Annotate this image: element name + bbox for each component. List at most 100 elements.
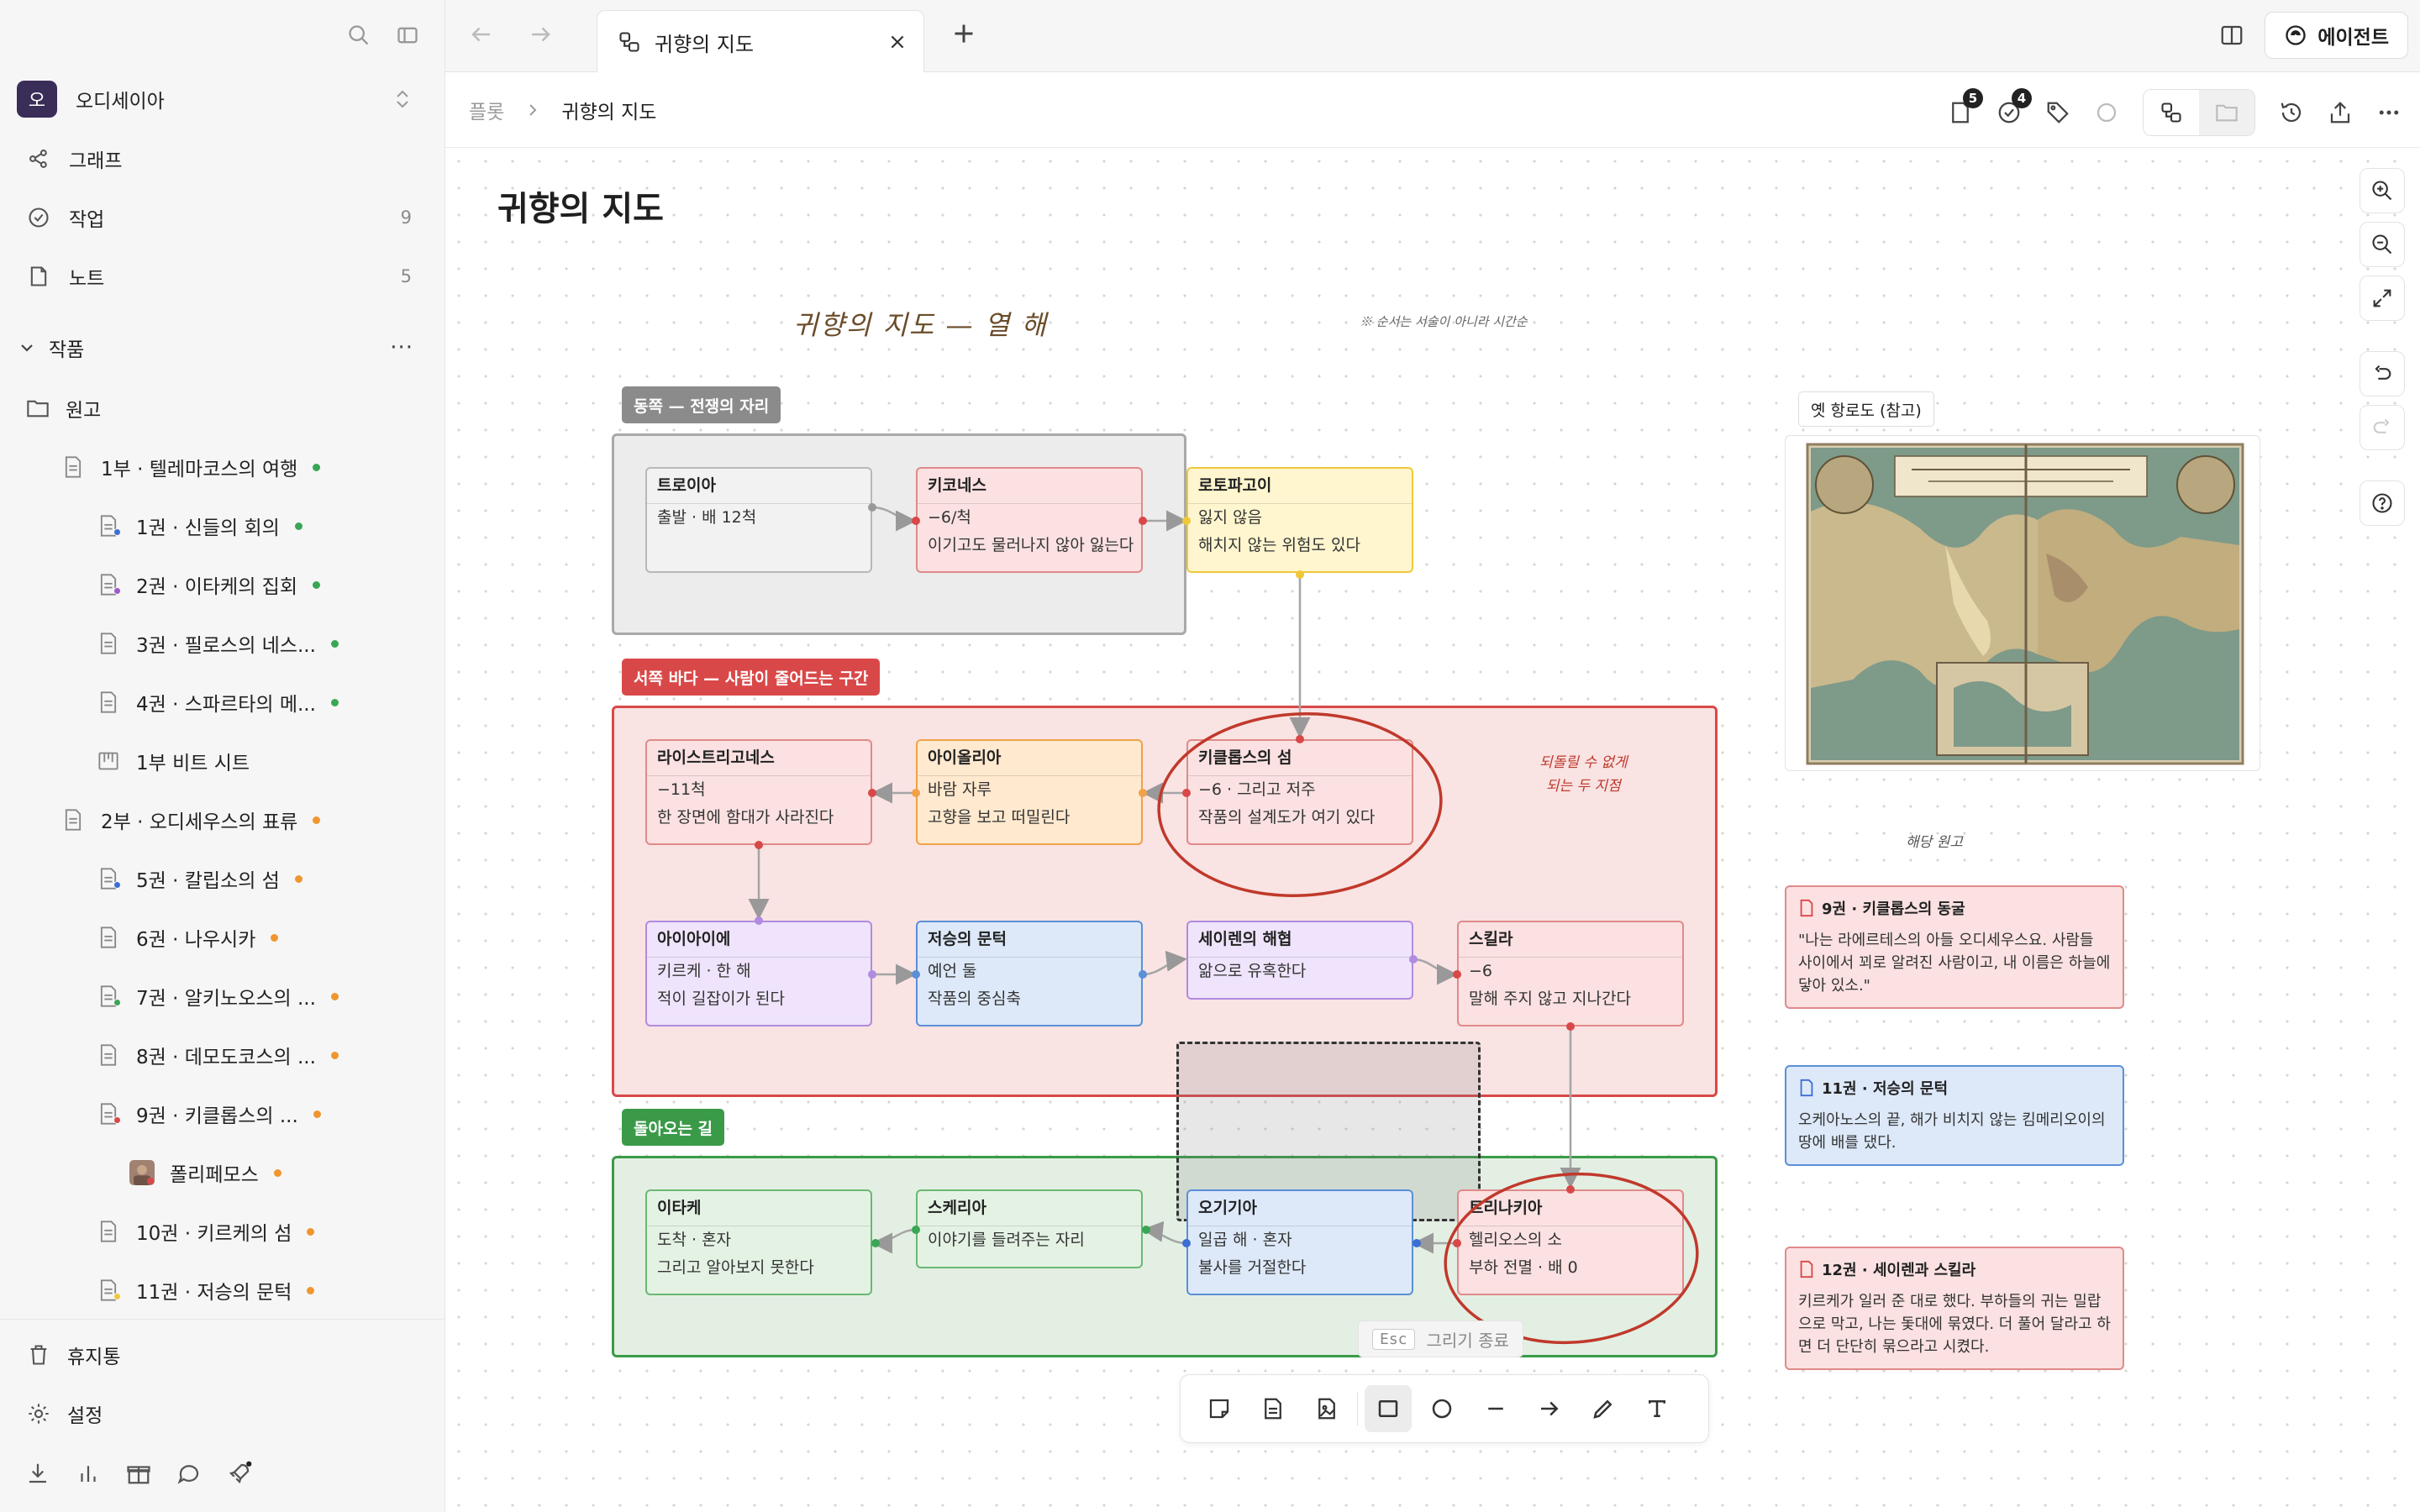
node-sirens[interactable]: 세이렌의 해협 앎으로 유혹한다 bbox=[1186, 921, 1413, 1000]
node-underworld[interactable]: 저승의 문턱 예언 둘 작품의 중심축 bbox=[916, 921, 1143, 1026]
more-icon[interactable]: ··· bbox=[390, 335, 413, 360]
tree-item-book5[interactable]: 5권 · 칼립소의 섬 bbox=[96, 860, 302, 897]
sidebar-toggle-icon[interactable] bbox=[396, 24, 419, 47]
tree-item-manuscript[interactable]: 원고 bbox=[25, 390, 101, 427]
tree-item-book3[interactable]: 3권 · 필로스의 네스... bbox=[96, 625, 339, 662]
tree-item-book7[interactable]: 7권 · 알키노오스의 ... bbox=[96, 978, 339, 1015]
node-aeolia[interactable]: 아이올리아 바람 자루 고향을 보고 떠밀린다 bbox=[916, 739, 1143, 845]
document-card-tool[interactable] bbox=[1249, 1385, 1297, 1432]
tree-item-book10[interactable]: 10권 · 키르케의 섬 bbox=[96, 1213, 315, 1250]
breadcrumb-parent[interactable]: 플롯 bbox=[469, 96, 504, 124]
tree-item-book11[interactable]: 11권 · 저승의 문턱 bbox=[96, 1272, 315, 1309]
more-icon[interactable] bbox=[2376, 100, 2402, 125]
share-icon[interactable] bbox=[2328, 100, 2353, 125]
section-works-header[interactable]: 작품 ··· bbox=[18, 329, 420, 366]
whiteboard-canvas[interactable]: 귀향의 지도 귀향의 지도 — 열 해 ※ 순서는 서술이 아니라 시간순 동쪽… bbox=[445, 148, 2420, 1512]
node-laestrygonians[interactable]: 라이스트리고네스 −11척 한 장면에 함대가 사라진다 bbox=[645, 739, 872, 845]
node-troy[interactable]: 트로이아 출발 · 배 12척 bbox=[645, 467, 872, 573]
node-scheria[interactable]: 스케리아 이야기를 들려주는 자리 bbox=[916, 1189, 1143, 1268]
node-cicones[interactable]: 키코네스 −6/척 이기고도 물러나지 않아 잃는다 bbox=[916, 467, 1143, 573]
status-circle-icon[interactable] bbox=[2094, 100, 2119, 125]
node-ogygia[interactable]: 오기기아 일곱 해 · 혼자 불사를 거절한다 bbox=[1186, 1189, 1413, 1295]
tree-item-book1[interactable]: 1권 · 신들의 회의 bbox=[96, 507, 302, 544]
node-aeaea[interactable]: 아이아이에 키르케 · 한 해 적이 길잡이가 된다 bbox=[645, 921, 872, 1026]
tree-item-label: 1부 비트 시트 bbox=[136, 753, 250, 774]
linked-tasks-button[interactable]: 4 bbox=[1996, 88, 2032, 125]
undo-button[interactable] bbox=[2360, 351, 2405, 396]
nav-notes[interactable]: 노트 5 bbox=[25, 255, 420, 297]
tree-item-book4[interactable]: 4권 · 스파르타의 메... bbox=[96, 684, 339, 721]
tree-item-beat-sheet[interactable]: 1부 비트 시트 bbox=[96, 743, 250, 780]
node-scylla[interactable]: 스킬라 −6 말해 주지 않고 지나간다 bbox=[1457, 921, 1684, 1026]
fit-view-button[interactable] bbox=[2360, 276, 2405, 321]
node-lotophagi[interactable]: 로토파고이 잃지 않음 해치지 않는 위험도 있다 bbox=[1186, 467, 1413, 573]
tag-icon[interactable] bbox=[2045, 100, 2070, 125]
split-view-icon[interactable] bbox=[2219, 23, 2244, 48]
note-card-book9[interactable]: 9권 · 키클롭스의 동굴 "나는 라에르테스의 아들 오디세우스요. 사람들 … bbox=[1785, 885, 2124, 1009]
zoom-in-button[interactable] bbox=[2360, 168, 2405, 213]
arrow-icon bbox=[1541, 1401, 1559, 1416]
tree-item-book9[interactable]: 9권 · 키클롭스의 ... bbox=[96, 1095, 321, 1132]
document-icon bbox=[1798, 1260, 1815, 1278]
handwritten-red-note: 되돌릴 수 없게 되는 두 지점 bbox=[1539, 751, 1628, 798]
text-tool[interactable] bbox=[1634, 1385, 1681, 1432]
document-icon bbox=[1265, 1398, 1281, 1420]
nav-trash-label: 휴지통 bbox=[67, 1347, 121, 1368]
rectangle-tool[interactable] bbox=[1365, 1385, 1412, 1432]
nav-tasks[interactable]: 작업 9 bbox=[25, 197, 420, 239]
group-label-east[interactable]: 동쪽 — 전쟁의 자리 bbox=[622, 386, 781, 423]
note-card-book11[interactable]: 11권 · 저승의 문턱 오케아노스의 끝, 해가 비치지 않는 킴메리오이의 … bbox=[1785, 1065, 2124, 1166]
node-line: −11척 bbox=[657, 780, 706, 799]
sticky-note-icon bbox=[1209, 1399, 1229, 1419]
tree-item-part2[interactable]: 2부 · 오디세우스의 표류 bbox=[60, 801, 321, 838]
node-thrinacia[interactable]: 트리나키아 헬리오스의 소 부하 전멸 · 배 0 bbox=[1457, 1189, 1684, 1295]
node-line: −6 bbox=[1469, 962, 1493, 980]
group-label-west-sea[interactable]: 서쪽 바다 — 사람이 줄어드는 구간 bbox=[622, 659, 881, 696]
tree-item-book8[interactable]: 8권 · 데모도코스의 ... bbox=[96, 1037, 339, 1074]
help-button[interactable] bbox=[2360, 480, 2405, 526]
redo-button[interactable] bbox=[2360, 405, 2405, 450]
node-cyclops-island[interactable]: 키클롭스의 섬 −6 · 그리고 저주 작품의 설계도가 여기 있다 bbox=[1186, 739, 1413, 845]
reference-map-image[interactable] bbox=[1785, 435, 2260, 771]
tree-item-polyphemus[interactable]: 폴리페모스 bbox=[129, 1154, 281, 1191]
back-arrow-icon[interactable] bbox=[469, 22, 494, 47]
linked-files-button[interactable]: 5 bbox=[1948, 88, 1983, 125]
tree-item-book6[interactable]: 6권 · 나우시카 bbox=[96, 919, 279, 956]
chat-icon[interactable] bbox=[176, 1461, 202, 1486]
rocket-icon[interactable] bbox=[227, 1461, 252, 1486]
document-icon bbox=[96, 1043, 121, 1067]
nav-trash[interactable]: 휴지통 bbox=[25, 1336, 120, 1373]
nav-settings[interactable]: 설정 bbox=[25, 1395, 103, 1432]
sidebar-bottom: 휴지통 설정 bbox=[0, 1319, 445, 1512]
canvas-view-icon[interactable] bbox=[2144, 90, 2199, 135]
download-icon[interactable] bbox=[25, 1461, 50, 1486]
new-tab-button[interactable] bbox=[951, 20, 976, 54]
arrow-tool[interactable] bbox=[1526, 1385, 1573, 1432]
beat-sheet-icon bbox=[96, 750, 121, 772]
sticky-note-tool[interactable] bbox=[1196, 1385, 1243, 1432]
agent-label: 에이전트 bbox=[2317, 27, 2389, 49]
nav-graph[interactable]: 그래프 bbox=[25, 138, 420, 180]
workspace-switcher[interactable]: 오 오디세이아 bbox=[17, 81, 420, 118]
folder-view-icon[interactable] bbox=[2199, 90, 2254, 135]
history-icon[interactable] bbox=[2279, 100, 2304, 125]
image-tool[interactable] bbox=[1303, 1385, 1350, 1432]
group-label-return[interactable]: 돌아오는 길 bbox=[622, 1109, 725, 1146]
stats-icon[interactable] bbox=[76, 1461, 101, 1486]
search-icon[interactable] bbox=[347, 24, 371, 47]
pen-tool[interactable] bbox=[1580, 1385, 1627, 1432]
ellipse-tool[interactable] bbox=[1418, 1385, 1465, 1432]
forward-arrow-icon[interactable] bbox=[528, 22, 553, 47]
tree-item-book2[interactable]: 2권 · 이타케의 집회 bbox=[96, 566, 320, 603]
tab-active[interactable]: 귀향의 지도 bbox=[597, 10, 924, 73]
line-tool[interactable] bbox=[1472, 1385, 1519, 1432]
note-card-book12[interactable]: 12권 · 세이렌과 스킬라 키르케가 일러 준 대로 했다. 부하들의 귀는 … bbox=[1785, 1247, 2124, 1370]
close-icon[interactable] bbox=[888, 33, 907, 51]
gift-icon[interactable] bbox=[126, 1461, 151, 1486]
node-ithaca[interactable]: 이타케 도착 · 혼자 그리고 알아보지 못한다 bbox=[645, 1189, 872, 1295]
reference-image-label[interactable]: 옛 항로도 (참고) bbox=[1798, 391, 1934, 427]
document-icon bbox=[96, 1102, 121, 1126]
tree-item-part1[interactable]: 1부 · 텔레마코스의 여행 bbox=[60, 449, 321, 486]
zoom-out-button[interactable] bbox=[2360, 222, 2405, 267]
agent-button[interactable]: 에이전트 bbox=[2265, 12, 2408, 59]
